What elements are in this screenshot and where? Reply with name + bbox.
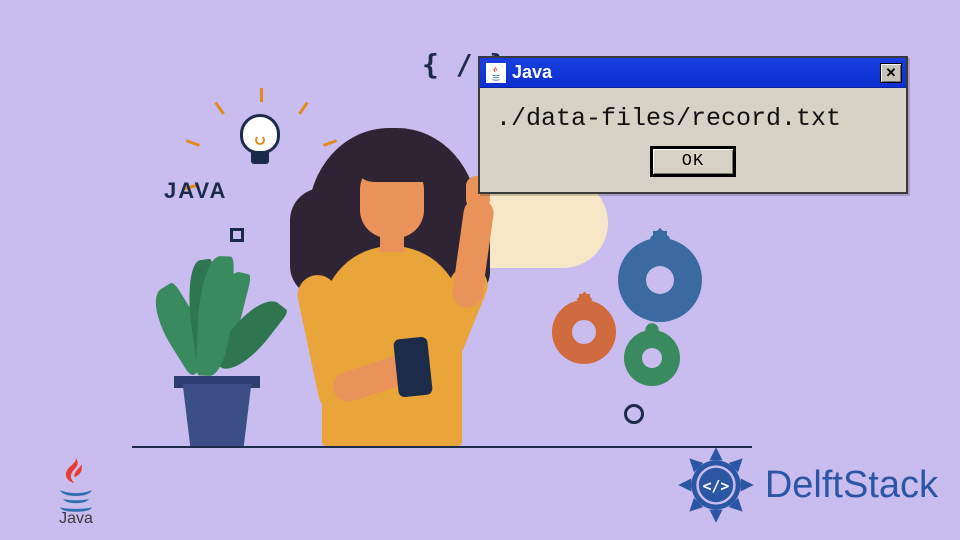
ok-button[interactable]: OK	[651, 147, 735, 176]
svg-text:</>: </>	[703, 478, 730, 495]
plant-icon	[140, 248, 280, 448]
close-button[interactable]: ✕	[880, 63, 902, 83]
java-logo-caption: Java	[40, 510, 112, 528]
delftstack-logo: </> DelftStack	[675, 444, 938, 526]
dialog-titlebar[interactable]: Java ✕	[480, 58, 906, 88]
dialog-title: Java	[512, 62, 880, 83]
close-icon: ✕	[886, 66, 897, 79]
circle-decor-icon	[624, 404, 644, 424]
delftstack-wordmark: DelftStack	[765, 464, 938, 507]
java-logo: Java	[40, 454, 112, 528]
java-dialog-window: Java ✕ ./data-files/record.txt OK	[478, 56, 908, 194]
phone-icon	[393, 336, 433, 397]
ground-line	[132, 446, 752, 448]
dialog-message: ./data-files/record.txt	[496, 102, 890, 147]
java-cup-icon	[53, 454, 99, 512]
java-cup-icon	[486, 63, 506, 83]
gears-icon	[544, 238, 714, 398]
square-decor-icon	[230, 228, 244, 242]
dialog-body: ./data-files/record.txt OK	[480, 88, 906, 192]
delftstack-badge-icon: </>	[675, 444, 757, 526]
java-label: JAVA	[164, 178, 227, 204]
